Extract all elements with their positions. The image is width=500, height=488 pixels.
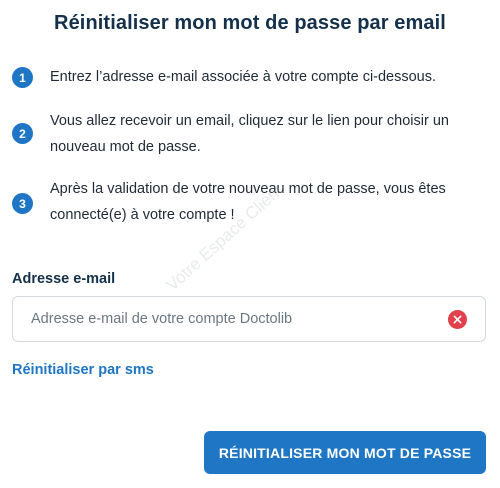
email-label: Adresse e-mail — [12, 271, 116, 287]
email-input[interactable] — [14, 298, 434, 340]
page-title: Réinitialiser mon mot de passe par email — [54, 12, 446, 34]
close-icon — [453, 315, 462, 324]
reset-by-sms-link[interactable]: Réinitialiser par sms — [12, 362, 154, 378]
step-number-badge: 1 — [12, 67, 33, 88]
email-field — [12, 296, 486, 342]
clear-input-icon[interactable] — [448, 310, 467, 329]
step-number-badge: 2 — [12, 123, 33, 144]
reset-password-button[interactable]: RÉINITIALISER MON MOT DE PASSE — [204, 431, 486, 474]
step-text: Vous allez recevoir un email, cliquez su… — [50, 113, 449, 155]
step-number-badge: 3 — [12, 193, 33, 214]
reset-password-page: Réinitialiser mon mot de passe par email… — [0, 0, 500, 488]
step-text: Entrez l’adresse e-mail associée à votre… — [50, 69, 437, 85]
step-text: Après la validation de votre nouveau mot… — [50, 181, 446, 223]
